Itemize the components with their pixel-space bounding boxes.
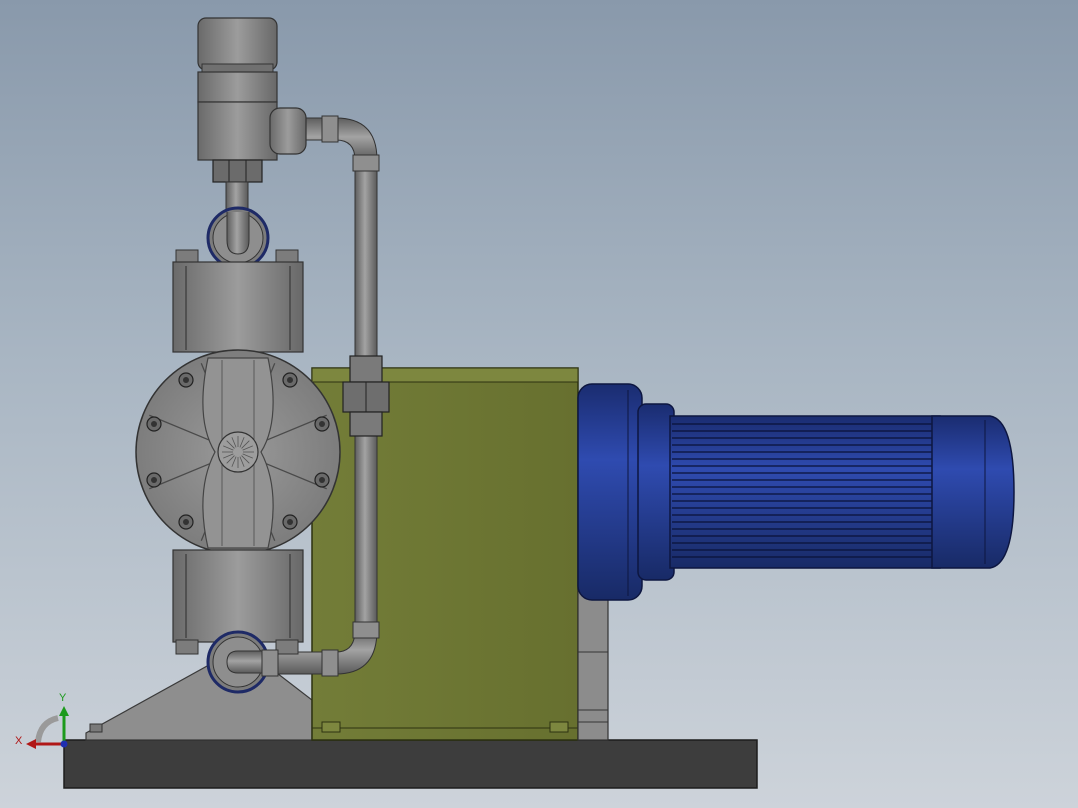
bracket-foot xyxy=(89,723,103,733)
lower-manifold-ear-right xyxy=(275,639,299,655)
lower-manifold-ear-left xyxy=(175,639,199,655)
bottom-check-valve-fitting[interactable] xyxy=(206,630,270,694)
motor-finned-body[interactable] xyxy=(669,415,941,569)
x-axis-arrowhead xyxy=(26,739,36,749)
top-check-valve-fitting[interactable] xyxy=(206,206,270,270)
triad-rotation-arc xyxy=(35,715,59,743)
valve-cap-ring xyxy=(201,63,274,73)
triad-origin xyxy=(60,740,68,748)
motor-fan-cover[interactable] xyxy=(931,415,1015,569)
pump-head-bolt-center xyxy=(319,477,325,483)
top-elbow-collar xyxy=(321,115,339,143)
gearbox-foot-right xyxy=(549,721,569,733)
motor-adapter[interactable] xyxy=(637,403,675,581)
bottom-elbow-collar-2 xyxy=(321,649,339,677)
pump-head-bolt-center xyxy=(151,421,157,427)
bottom-elbow-collar xyxy=(352,621,380,639)
pump-head-bolt-center xyxy=(287,377,293,383)
y-axis-label: Y xyxy=(59,692,67,704)
pump-head-bolt-center xyxy=(183,519,189,525)
valve-body[interactable] xyxy=(197,101,278,161)
lower-manifold-block[interactable] xyxy=(172,549,304,643)
discharge-pipe-top-elbow[interactable] xyxy=(304,117,378,161)
pump-head-bolt-center xyxy=(151,477,157,483)
gearbox-foot-left xyxy=(321,721,341,733)
y-axis-arrowhead xyxy=(59,706,69,716)
motor-flange[interactable] xyxy=(577,383,643,601)
valve-bonnet[interactable] xyxy=(197,71,278,103)
pipe-union-fitting[interactable] xyxy=(342,355,390,437)
pump-diaphragm-head[interactable] xyxy=(135,349,341,555)
pump-head-bolt-center xyxy=(183,377,189,383)
coordinate-triad[interactable]: X Y xyxy=(15,692,69,749)
x-axis-label: X xyxy=(15,735,23,747)
valve-cap[interactable] xyxy=(197,17,278,71)
motor-support-block[interactable] xyxy=(577,581,609,741)
diaphragm-pump-assembly-model[interactable]: X Y xyxy=(0,0,1078,808)
suction-inlet-collar xyxy=(261,649,279,677)
pump-head-bolt-center xyxy=(319,421,325,427)
valve-nut[interactable] xyxy=(212,159,263,183)
upper-manifold-block[interactable] xyxy=(172,261,304,353)
pump-head-bolt-center xyxy=(287,519,293,525)
top-elbow-collar-2 xyxy=(352,154,380,172)
cad-viewport[interactable]: X Y xyxy=(0,0,1078,808)
base-plate[interactable] xyxy=(63,739,758,789)
valve-outlet-boss[interactable] xyxy=(269,107,307,155)
